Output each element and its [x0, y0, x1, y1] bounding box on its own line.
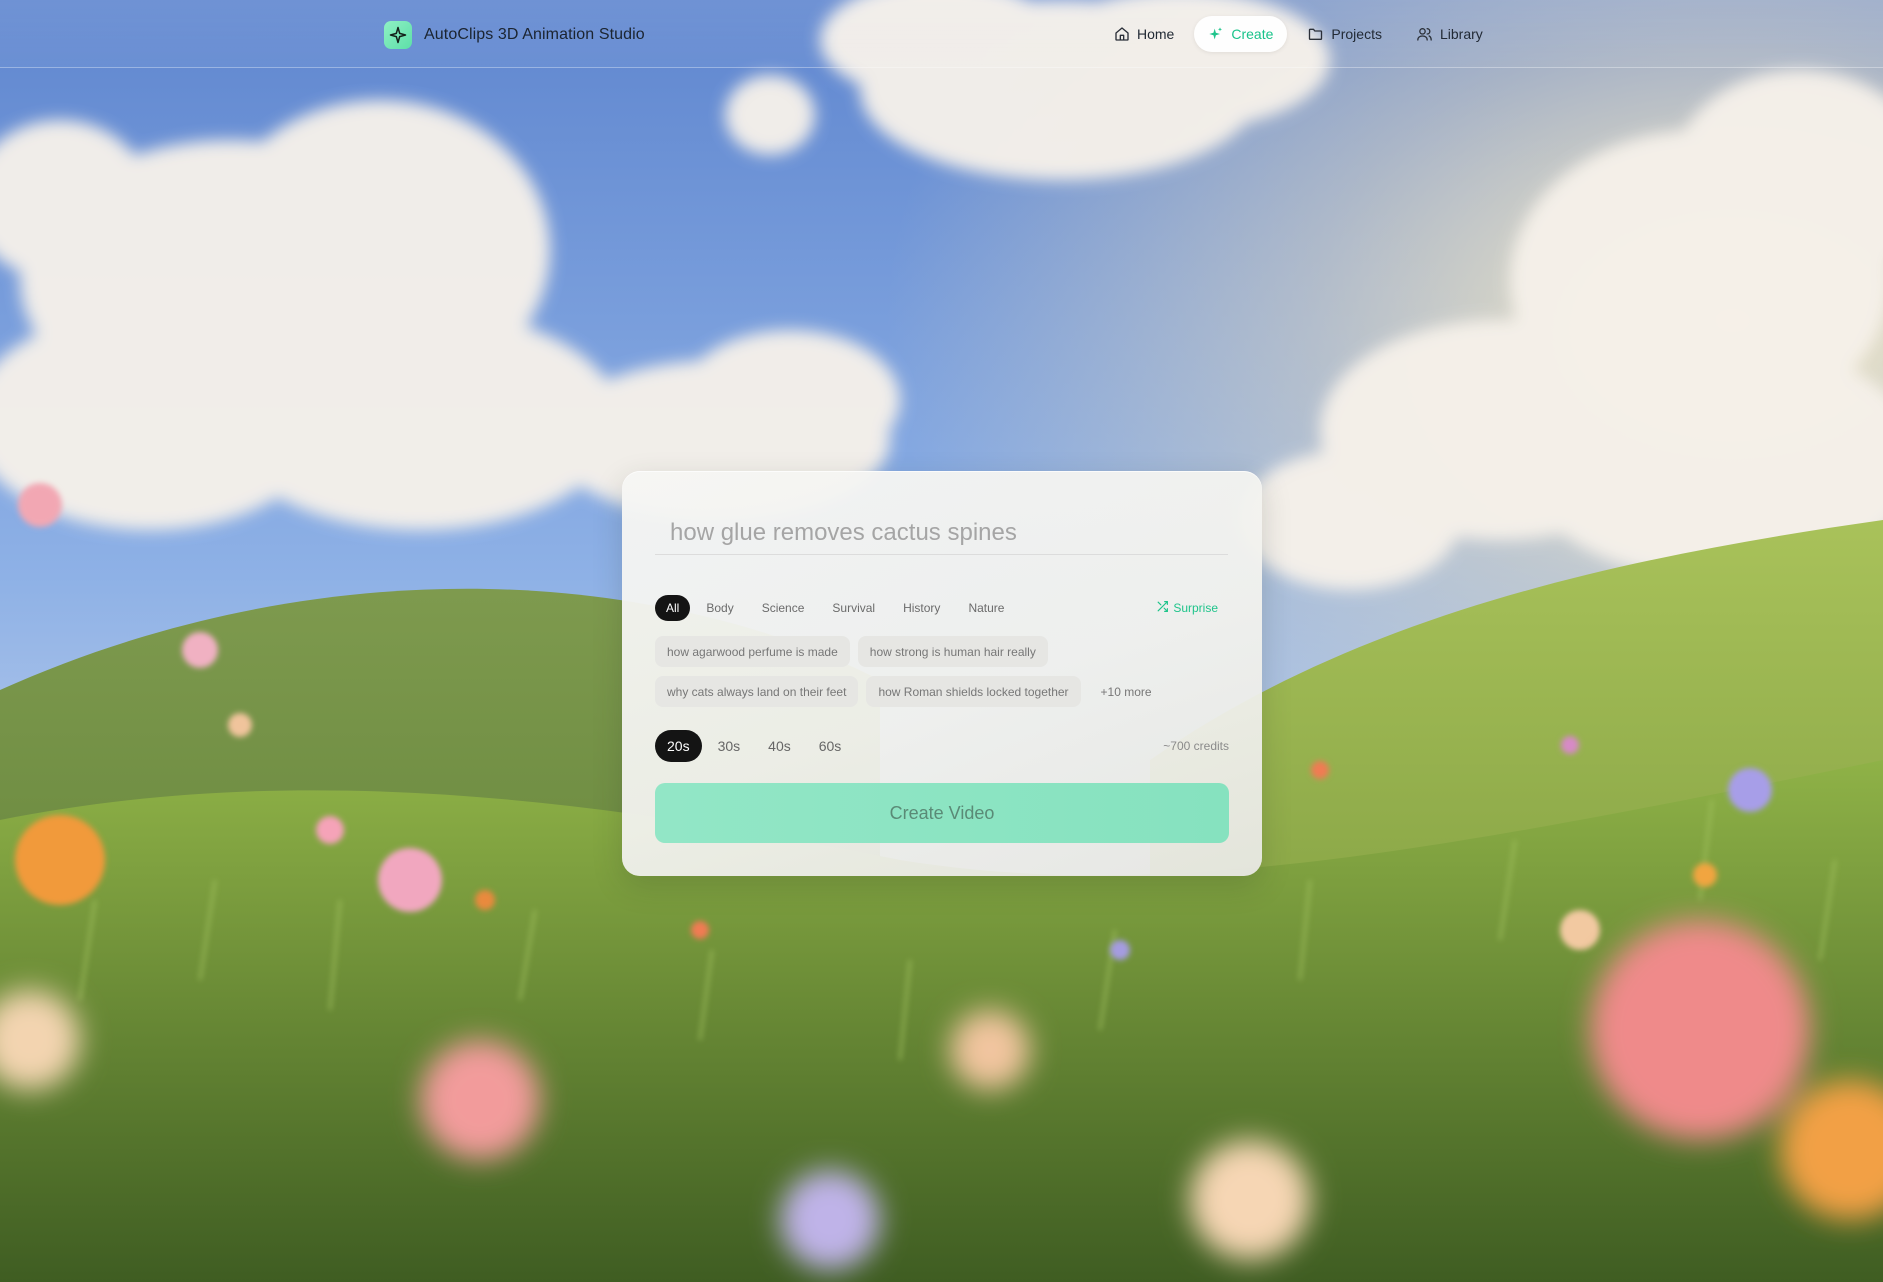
nav-create[interactable]: Create — [1194, 16, 1288, 52]
sparkle-icon — [1208, 26, 1224, 42]
sparkle-icon — [384, 21, 412, 49]
duration-30s[interactable]: 30s — [706, 730, 753, 762]
topic-prompt-input[interactable] — [655, 511, 1228, 555]
nav-home[interactable]: Home — [1100, 16, 1188, 52]
category-all[interactable]: All — [655, 595, 691, 621]
users-icon — [1416, 26, 1433, 42]
category-filters: All Body Science Survival History Nature — [655, 595, 1016, 621]
home-icon — [1114, 26, 1130, 42]
more-suggestions-link[interactable]: +10 more — [1089, 685, 1152, 699]
category-body[interactable]: Body — [694, 595, 745, 621]
category-nature[interactable]: Nature — [956, 595, 1016, 621]
nav-projects[interactable]: Projects — [1293, 16, 1396, 52]
nav-library-label: Library — [1439, 26, 1483, 42]
category-history[interactable]: History — [891, 595, 952, 621]
duration-60s[interactable]: 60s — [807, 730, 854, 762]
folder-icon — [1307, 26, 1324, 42]
nav-create-label: Create — [1231, 26, 1274, 42]
surprise-label: Surprise — [1173, 601, 1218, 615]
top-navigation-bar: AutoClips 3D Animation Studio Home Creat… — [0, 0, 1883, 68]
topic-suggestions: how agarwood perfume is made how strong … — [655, 636, 1235, 716]
nav-home-label: Home — [1137, 26, 1175, 42]
app-title: AutoClips 3D Animation Studio — [424, 26, 645, 43]
duration-20s[interactable]: 20s — [655, 730, 702, 762]
brand[interactable]: AutoClips 3D Animation Studio — [384, 21, 645, 49]
suggestion-chip[interactable]: how strong is human hair really — [857, 636, 1048, 667]
credits-estimate: ~700 credits — [1163, 739, 1229, 753]
create-video-button[interactable]: Create Video — [655, 783, 1229, 843]
suggestion-chip[interactable]: how agarwood perfume is made — [655, 636, 850, 667]
suggestion-chip[interactable]: how Roman shields locked together — [866, 676, 1081, 707]
nav-library[interactable]: Library — [1402, 16, 1497, 52]
suggestion-chip[interactable]: why cats always land on their feet — [655, 676, 859, 707]
create-video-card: All Body Science Survival History Nature… — [622, 471, 1262, 876]
surprise-button[interactable]: Surprise — [1156, 600, 1218, 616]
shuffle-icon — [1156, 600, 1169, 616]
category-science[interactable]: Science — [750, 595, 817, 621]
nav-projects-label: Projects — [1331, 26, 1382, 42]
category-survival[interactable]: Survival — [820, 595, 887, 621]
duration-40s[interactable]: 40s — [756, 730, 803, 762]
main-nav: Home Create Projects Library — [1100, 16, 1497, 52]
duration-selector: 20s 30s 40s 60s — [655, 730, 853, 762]
